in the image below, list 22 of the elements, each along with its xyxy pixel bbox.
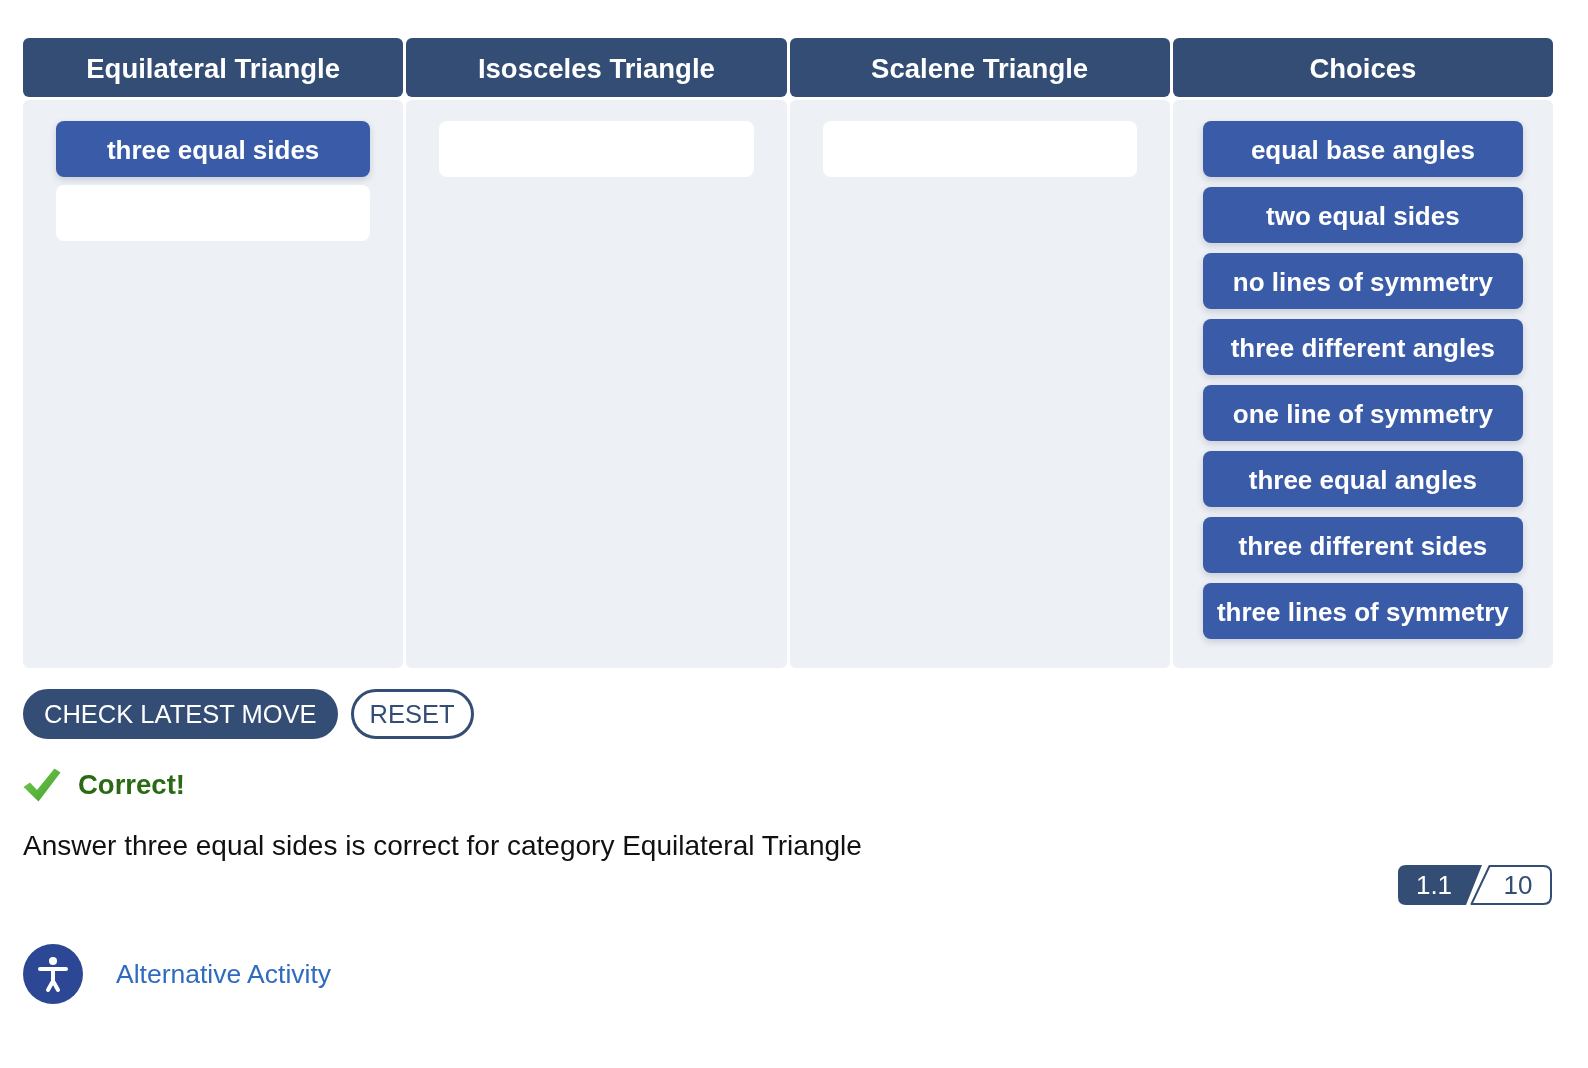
- column-header: Scalene Triangle: [789, 38, 1170, 97]
- answer-chip[interactable]: one line of symmetry: [1202, 385, 1523, 441]
- answer-chip[interactable]: three equal sides: [56, 121, 371, 177]
- current-page-indicator: 1.1: [1398, 865, 1482, 905]
- drop-slot[interactable]: [56, 185, 371, 241]
- alternative-activity-link[interactable]: Alternative Activity: [116, 958, 332, 990]
- column-header: Isosceles Triangle: [406, 38, 787, 97]
- answer-chip[interactable]: no lines of symmetry: [1202, 253, 1523, 309]
- answer-chip[interactable]: three different sides: [1202, 517, 1523, 573]
- feedback-title: Correct!: [78, 769, 185, 801]
- answer-chip[interactable]: three different angles: [1202, 319, 1523, 375]
- answer-chip[interactable]: three equal angles: [1202, 451, 1523, 507]
- answer-chip[interactable]: three lines of symmetry: [1202, 583, 1523, 639]
- feedback-message: Answer three equal sides is correct for category Equilateral Triangle: [23, 830, 863, 862]
- check-button[interactable]: CHECK LATEST MOVE: [23, 689, 338, 739]
- accessibility-icon[interactable]: [23, 944, 83, 1004]
- column-header: Equilateral Triangle: [23, 38, 404, 97]
- reset-button[interactable]: RESET: [350, 689, 474, 739]
- answer-chip[interactable]: two equal sides: [1202, 187, 1523, 243]
- total-pages-indicator: 10: [1470, 865, 1552, 905]
- column-header: Choices: [1172, 38, 1553, 97]
- answer-chip[interactable]: equal base angles: [1202, 121, 1523, 177]
